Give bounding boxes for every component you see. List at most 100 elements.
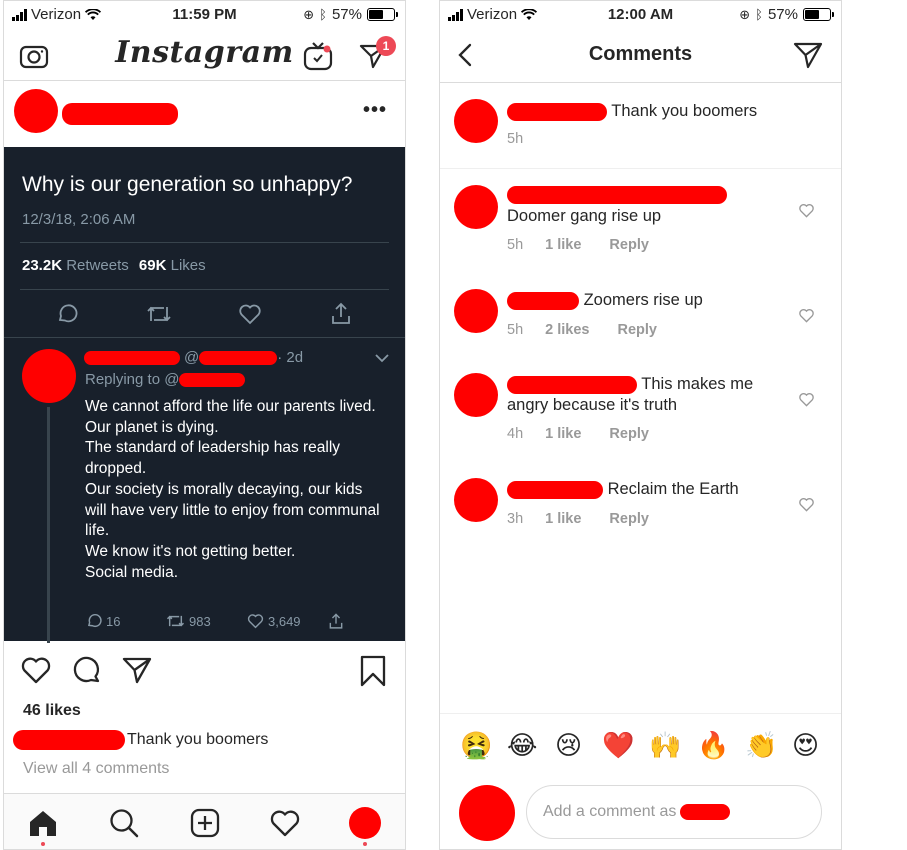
page-title: Comments <box>588 43 693 65</box>
comment-likes[interactable]: 1 like <box>545 426 581 442</box>
ig-header: Instagram 1 <box>4 31 405 81</box>
user-redaction <box>507 480 603 499</box>
handle-redaction <box>199 351 278 366</box>
tweet-title: Why is our generation so unhappy? <box>22 173 353 196</box>
share-button[interactable] <box>121 655 153 685</box>
like-button[interactable] <box>20 655 52 685</box>
direct-icon[interactable] <box>793 41 823 69</box>
user-redaction <box>680 804 731 820</box>
comment-text: Thank you boomers <box>507 101 782 122</box>
comment-icon <box>87 614 102 628</box>
comment-likes[interactable]: 2 likes <box>545 322 589 338</box>
reply-avatar <box>22 349 76 403</box>
emoji-raised-hands[interactable]: 🙌 <box>649 730 681 762</box>
reply-button[interactable]: Reply <box>609 511 649 527</box>
emoji-fire[interactable]: 🔥 <box>697 730 729 762</box>
comment-meta: 5h 2 likes Reply <box>507 322 685 338</box>
view-all-comments-link[interactable]: View all 4 comments <box>23 760 169 778</box>
caption-user-redaction <box>13 730 125 750</box>
comment-placeholder: Add a comment as <box>543 803 677 820</box>
reply-line: Our society is morally decaying, our kid… <box>85 480 380 540</box>
home-icon[interactable] <box>26 806 60 840</box>
tweet-stats: 23.2K Retweets 69K Likes <box>22 257 206 274</box>
battery-icon <box>367 8 398 21</box>
heart-icon[interactable] <box>798 203 815 218</box>
comment-icon <box>58 304 78 323</box>
rotation-lock-icon: ⊕ <box>303 6 315 22</box>
avatar[interactable] <box>454 373 498 417</box>
direct-icon[interactable]: 1 <box>356 36 396 73</box>
comment-text: Zoomers rise up <box>507 290 782 311</box>
like-label: Likes <box>170 257 206 274</box>
comment-time: 5h <box>507 131 524 147</box>
emoji-joy[interactable]: 😂 <box>507 730 537 762</box>
avatar[interactable] <box>454 478 498 522</box>
retweet-count-item[interactable]: 983 <box>166 613 211 629</box>
emoji-clap[interactable]: 👏 <box>745 730 777 762</box>
retweet-label: Retweets <box>66 257 129 274</box>
reply-count-item[interactable]: 16 <box>86 613 120 629</box>
avatar <box>459 785 515 841</box>
emoji-heart[interactable]: ❤️ <box>602 730 634 762</box>
rotation-lock-icon: ⊕ <box>739 6 751 22</box>
avatar[interactable] <box>454 289 498 333</box>
divider <box>4 337 405 338</box>
name-redaction <box>84 351 180 366</box>
igtv-icon[interactable] <box>301 39 335 73</box>
reply-line: We cannot afford the life our parents li… <box>85 398 376 415</box>
comment-button[interactable] <box>72 655 102 685</box>
reply-line: We know it's not getting better. <box>85 542 296 560</box>
reply-button[interactable]: Reply <box>617 322 657 338</box>
battery-percent: 57% <box>331 6 362 23</box>
comment-meta: 5h <box>507 131 545 147</box>
heart-icon[interactable] <box>798 497 815 512</box>
comment-likes[interactable]: 1 like <box>545 511 581 527</box>
user-redaction <box>507 185 727 204</box>
share-icon <box>332 302 350 324</box>
reply-stats: 16 983 3,649 <box>84 613 405 633</box>
user-redaction <box>507 291 579 310</box>
emoji-heart-eyes[interactable]: 😍 <box>792 730 819 762</box>
profile-avatar-tab[interactable] <box>348 806 382 840</box>
comment-input-row: Add a comment as <box>440 777 841 849</box>
heart-icon[interactable] <box>798 392 815 407</box>
comment-meta: 5h 1 like Reply <box>507 237 677 253</box>
likes-count[interactable]: 46 likes <box>23 702 81 720</box>
tweet-date: 12/3/18, 2:06 AM <box>22 211 136 228</box>
reply-button[interactable]: Reply <box>609 237 649 253</box>
comment-item: Doomer gang rise up 5h 1 like Reply <box>440 183 841 273</box>
reply-button[interactable]: Reply <box>609 426 649 442</box>
divider <box>20 289 389 290</box>
avatar[interactable] <box>454 185 498 229</box>
chevron-down-icon[interactable] <box>375 353 389 363</box>
activity-heart-icon[interactable] <box>268 806 302 840</box>
avatar[interactable] <box>14 89 58 133</box>
comment-text: This makes me angry because it's truth <box>507 374 782 415</box>
comment-input[interactable]: Add a comment as <box>526 785 822 839</box>
comment-text: Reclaim the Earth <box>507 479 782 500</box>
comment-time: 4h <box>507 426 524 442</box>
instagram-logo: Instagram <box>115 35 294 70</box>
tweet-screenshot[interactable]: Why is our generation so unhappy? 12/3/1… <box>4 147 405 643</box>
heart-icon[interactable] <box>798 308 815 323</box>
emoji-vomit[interactable]: 🤮 <box>460 730 492 762</box>
emoji-cry[interactable]: 😢 <box>555 730 582 762</box>
comments-header: Comments <box>440 31 841 83</box>
comment-time: 3h <box>507 511 524 527</box>
bluetooth-icon: ᛒ <box>319 7 327 22</box>
user-redaction <box>507 375 637 394</box>
reply-age: · 2d <box>277 349 304 366</box>
tab-bar <box>4 793 405 849</box>
avatar[interactable] <box>454 99 498 143</box>
add-icon[interactable] <box>188 806 222 840</box>
comment-likes[interactable]: 1 like <box>545 237 581 253</box>
heart-icon <box>239 304 261 325</box>
battery-icon <box>803 8 834 21</box>
comment-item: Reclaim the Earth 3h 1 like Reply <box>440 477 841 547</box>
bookmark-button[interactable] <box>359 655 387 687</box>
share-icon[interactable] <box>328 613 344 630</box>
more-icon[interactable]: ••• <box>363 99 387 122</box>
search-icon[interactable] <box>107 806 141 840</box>
like-count-item[interactable]: 3,649 <box>247 613 301 629</box>
reply-tweet[interactable]: @ · 2d Replying to @ We cannot afford the… <box>4 347 405 643</box>
